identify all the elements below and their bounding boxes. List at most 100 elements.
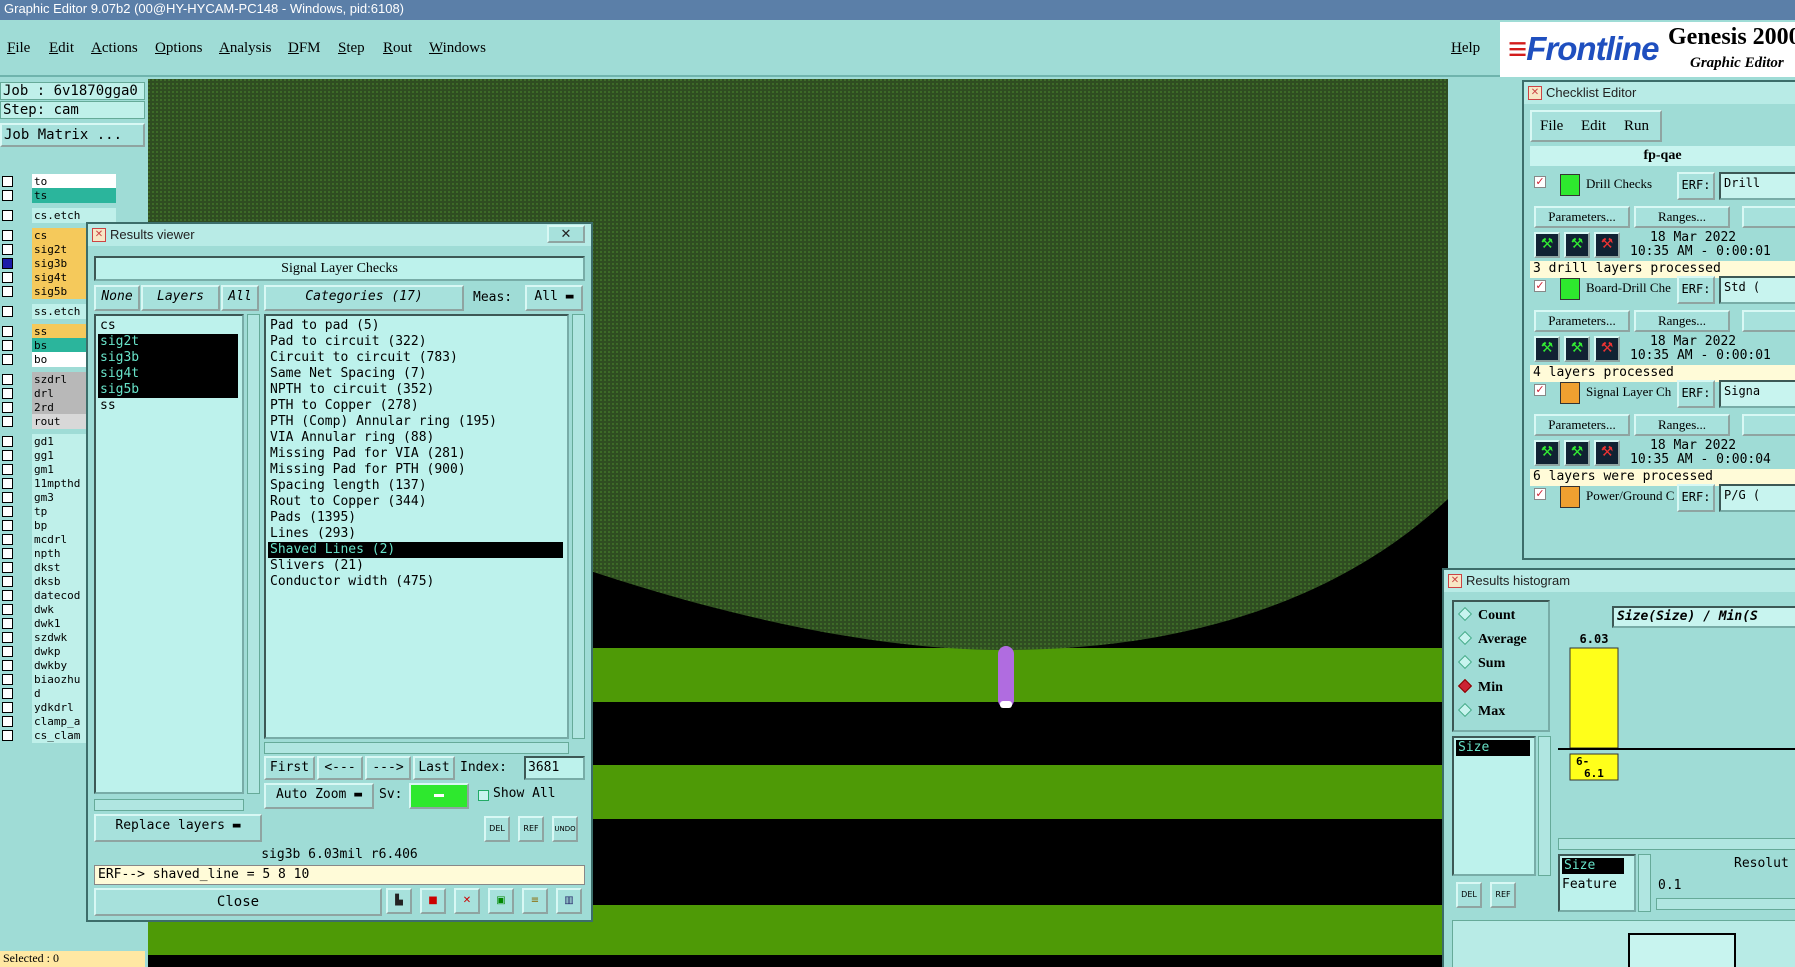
hist-del-icon[interactable]: DEL xyxy=(1456,882,1482,908)
category-item[interactable]: VIA Annular ring (88) xyxy=(268,430,563,446)
stat-option-average[interactable]: Average xyxy=(1457,630,1527,650)
category-item[interactable]: Pads (1395) xyxy=(268,510,563,526)
result-layer-item[interactable]: ss xyxy=(98,398,238,414)
stop-icon[interactable]: ⚒ xyxy=(1594,232,1620,258)
sv-color-dropdown[interactable]: ▬ xyxy=(409,783,469,809)
layer-checkbox[interactable] xyxy=(2,436,13,447)
stat-option-count[interactable]: Count xyxy=(1457,606,1515,626)
prev-button[interactable]: <--- xyxy=(317,756,363,780)
category-item[interactable]: PTH (Comp) Annular ring (195) xyxy=(268,414,563,430)
layer-checkbox[interactable] xyxy=(2,534,13,545)
extra-button[interactable] xyxy=(1742,414,1795,436)
category-item[interactable]: Missing Pad for VIA (281) xyxy=(268,446,563,462)
menu-actions[interactable]: Actions xyxy=(91,40,138,57)
parameters-button[interactable]: Parameters... xyxy=(1534,310,1630,332)
report-icon[interactable]: ■ xyxy=(420,888,446,914)
undo-icon[interactable]: UNDO xyxy=(552,816,578,842)
category-item[interactable]: Missing Pad for PTH (900) xyxy=(268,462,563,478)
histogram-list-scrollbar[interactable] xyxy=(1538,736,1551,876)
stop-icon[interactable]: ⚒ xyxy=(1594,336,1620,362)
erf-value[interactable]: Drill xyxy=(1719,172,1795,200)
step-icon[interactable]: ▣ xyxy=(488,888,514,914)
categories-scrollbar[interactable] xyxy=(572,314,585,739)
measure-list[interactable]: Size Feature xyxy=(1558,854,1636,912)
menu-analysis[interactable]: Analysis xyxy=(219,40,272,57)
run-icon[interactable]: ⚒ xyxy=(1534,232,1560,258)
erf-value[interactable]: Signa xyxy=(1719,380,1795,408)
layer-row[interactable]: to xyxy=(0,174,147,189)
auto-zoom-dropdown[interactable]: Auto Zoom ▬ xyxy=(264,783,374,809)
parameters-button[interactable]: Parameters... xyxy=(1534,206,1630,228)
ranges-button[interactable]: Ranges... xyxy=(1634,310,1730,332)
resolution-slider[interactable] xyxy=(1656,898,1795,910)
layer-checkbox[interactable] xyxy=(2,562,13,573)
layer-checkbox[interactable] xyxy=(2,416,13,427)
layer-checkbox[interactable] xyxy=(2,604,13,615)
layer-checkbox[interactable] xyxy=(2,730,13,741)
category-item[interactable]: Rout to Copper (344) xyxy=(268,494,563,510)
run-icon[interactable]: ⚒ xyxy=(1534,336,1560,362)
measure-item-feature[interactable]: Feature xyxy=(1562,876,1617,894)
layer-checkbox[interactable] xyxy=(2,210,13,221)
index-input[interactable]: 3681 xyxy=(524,756,585,780)
layer-checkbox[interactable] xyxy=(2,230,13,241)
histogram-hscrollbar[interactable] xyxy=(1558,838,1795,850)
layer-checkbox[interactable] xyxy=(2,450,13,461)
del-icon[interactable]: DEL xyxy=(484,816,510,842)
none-button[interactable]: None xyxy=(94,285,140,311)
layer-checkbox[interactable] xyxy=(2,548,13,559)
run-all-icon[interactable]: ⚒ xyxy=(1564,232,1590,258)
erf-value[interactable]: Std ( xyxy=(1719,276,1795,304)
layer-checkbox[interactable] xyxy=(2,646,13,657)
layer-checkbox[interactable] xyxy=(2,660,13,671)
layer-checkbox[interactable] xyxy=(2,402,13,413)
stat-option-min[interactable]: Min xyxy=(1457,678,1503,698)
menu-file[interactable]: File xyxy=(7,40,30,57)
layer-checkbox[interactable] xyxy=(2,340,13,351)
menu-rout[interactable]: Rout xyxy=(383,40,412,57)
check-enabled-checkbox[interactable]: ✓ xyxy=(1534,384,1546,396)
result-layer-item[interactable]: sig4t xyxy=(98,366,238,382)
show-all-checkbox[interactable] xyxy=(478,790,489,801)
layers-hscrollbar[interactable] xyxy=(94,799,244,811)
stop-icon[interactable]: ⚒ xyxy=(1594,440,1620,466)
layer-name[interactable]: ts xyxy=(32,188,116,203)
layer-checkbox[interactable] xyxy=(2,272,13,283)
notes-icon[interactable]: ≡ xyxy=(522,888,548,914)
layer-checkbox[interactable] xyxy=(2,464,13,475)
layer-row[interactable]: ts xyxy=(0,188,147,203)
layer-checkbox[interactable] xyxy=(2,326,13,337)
run-icon[interactable]: ⚒ xyxy=(1534,440,1560,466)
categories-button[interactable]: Categories (17) xyxy=(264,285,464,311)
category-item[interactable]: Same Net Spacing (7) xyxy=(268,366,563,382)
layer-name[interactable]: cs.etch xyxy=(32,208,116,223)
job-matrix-button[interactable]: Job Matrix ... xyxy=(0,123,145,147)
ref-icon[interactable]: REF xyxy=(518,816,544,842)
layer-checkbox[interactable] xyxy=(2,258,13,269)
check-enabled-checkbox[interactable]: ✓ xyxy=(1534,488,1546,500)
result-layer-item[interactable]: sig5b xyxy=(98,382,238,398)
layer-name[interactable]: to xyxy=(32,174,116,189)
result-layer-item[interactable]: sig2t xyxy=(98,334,238,350)
categories-hscrollbar[interactable] xyxy=(264,742,569,754)
layer-checkbox[interactable] xyxy=(2,674,13,685)
category-item[interactable]: Slivers (21) xyxy=(268,558,563,574)
layer-checkbox[interactable] xyxy=(2,632,13,643)
check-enabled-checkbox[interactable]: ✓ xyxy=(1534,280,1546,292)
replace-layers-dropdown[interactable]: Replace layers ▬ xyxy=(94,814,262,842)
menu-windows[interactable]: Windows xyxy=(429,40,486,57)
run-all-icon[interactable]: ⚒ xyxy=(1564,336,1590,362)
layer-checkbox[interactable] xyxy=(2,176,13,187)
first-button[interactable]: First xyxy=(264,756,315,780)
layer-checkbox[interactable] xyxy=(2,520,13,531)
next-button[interactable]: ---> xyxy=(365,756,411,780)
layer-checkbox[interactable] xyxy=(2,478,13,489)
run-all-icon[interactable]: ⚒ xyxy=(1564,440,1590,466)
category-item[interactable]: Conductor width (475) xyxy=(268,574,563,590)
category-item[interactable]: Circuit to circuit (783) xyxy=(268,350,563,366)
result-layer-item[interactable]: cs xyxy=(98,318,238,334)
extra-button[interactable] xyxy=(1742,310,1795,332)
extra-button[interactable] xyxy=(1742,206,1795,228)
layers-button[interactable]: Layers xyxy=(141,285,220,311)
result-layer-item[interactable]: sig3b xyxy=(98,350,238,366)
